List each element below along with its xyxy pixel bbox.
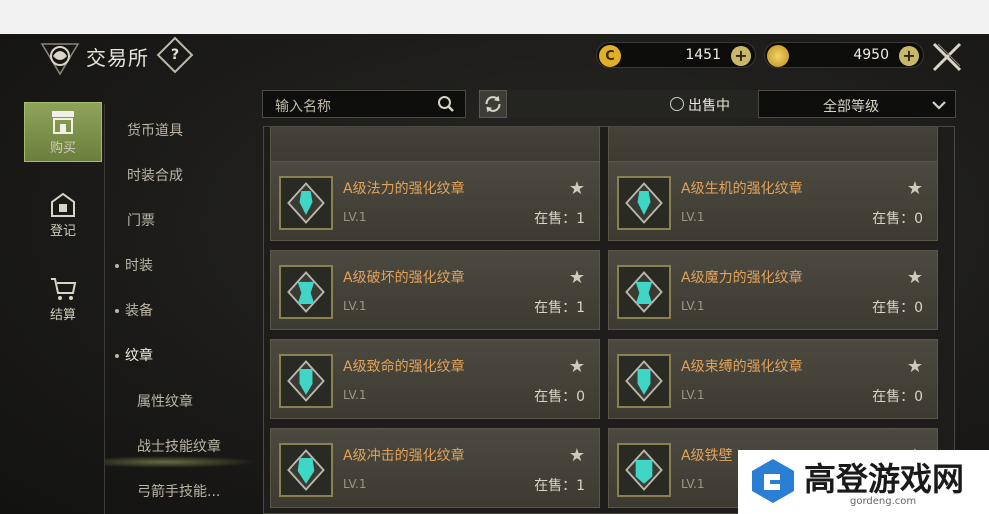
watermark: 高登游戏网 gordeng.com — [738, 450, 989, 514]
item-card[interactable]: A级魔力的强化纹章 LV.1 在售：0 ★ — [608, 250, 938, 330]
item-level: LV.1 — [343, 299, 367, 313]
gold-coin-icon — [767, 45, 789, 67]
cart-icon — [51, 278, 77, 300]
item-level: LV.1 — [681, 477, 705, 491]
nav-buy-label: 购买 — [49, 141, 76, 156]
category-fashion[interactable]: 时装 — [115, 255, 265, 275]
dragon-logo-icon — [40, 43, 80, 76]
currency-gold-value: 4950 — [853, 47, 889, 63]
item-level: LV.1 — [343, 210, 367, 224]
add-c-button[interactable]: + — [731, 46, 751, 66]
emblem-icon — [617, 354, 671, 408]
register-icon — [51, 192, 75, 217]
item-card[interactable]: A级法力的强化纹章 LV.1 在售：1 ★ — [270, 161, 600, 241]
c-coin-icon: C — [599, 45, 621, 67]
emblem-icon — [279, 176, 333, 230]
item-level: LV.1 — [681, 299, 705, 313]
page-title: 交易所 — [86, 46, 149, 70]
favorite-star-icon[interactable]: ★ — [569, 178, 585, 199]
refresh-button[interactable] — [479, 90, 507, 118]
item-stock: 在售：0 — [872, 211, 923, 227]
search-input[interactable]: 输入名称 — [275, 96, 331, 116]
item-card[interactable]: A级束缚的强化纹章 LV.1 在售：0 ★ — [608, 339, 938, 419]
bullet-icon — [115, 264, 119, 268]
item-name: A级法力的强化纹章 — [343, 181, 465, 197]
watermark-text: 高登游戏网 — [804, 460, 965, 498]
watermark-url: gordeng.com — [850, 496, 917, 507]
selection-glow — [105, 456, 257, 468]
emblem-icon — [617, 265, 671, 319]
currency-c-box: C 1451 + — [596, 42, 756, 68]
item-level: LV.1 — [343, 388, 367, 402]
item-name: A级破坏的强化纹章 — [343, 270, 465, 286]
shop-icon — [52, 111, 74, 134]
refresh-icon — [485, 95, 501, 113]
category-equipment[interactable]: 装备 — [115, 300, 265, 320]
favorite-star-icon[interactable]: ★ — [569, 445, 585, 466]
item-stock: 在售：0 — [872, 389, 923, 405]
close-icon[interactable] — [930, 40, 964, 74]
item-name: A级致命的强化纹章 — [343, 359, 465, 375]
watermark-logo-icon — [752, 459, 794, 503]
grade-select-value: 全部等级 — [823, 99, 879, 115]
item-stock: 在售：1 — [534, 300, 585, 316]
emblem-icon — [279, 443, 333, 497]
grade-select[interactable]: 全部等级 — [758, 90, 956, 118]
item-card[interactable]: A级破坏的强化纹章 LV.1 在售：1 ★ — [270, 250, 600, 330]
category-fashion-synthesis[interactable]: 时装合成 — [127, 165, 277, 185]
item-name: A级束缚的强化纹章 — [681, 359, 803, 375]
item-card[interactable]: A级致命的强化纹章 LV.1 在售：0 ★ — [270, 339, 600, 419]
on-sale-label: 出售中 — [688, 98, 730, 114]
bullet-icon — [115, 354, 119, 358]
item-level: LV.1 — [681, 210, 705, 224]
item-stock: 在售：0 — [534, 389, 585, 405]
add-gold-button[interactable]: + — [899, 46, 919, 66]
currency-c-value: 1451 — [685, 47, 721, 63]
category-nav: 货币道具 时装合成 门票 时装 装备 纹章 属性纹章 战士技能纹章 弓箭手技能.… — [104, 104, 257, 514]
nav-settle[interactable]: 结算 — [24, 270, 102, 330]
item-stock: 在售：1 — [534, 211, 585, 227]
emblem-icon — [617, 176, 671, 230]
category-tickets[interactable]: 门票 — [127, 210, 277, 230]
question-icon: ? — [170, 47, 180, 63]
item-level: LV.1 — [343, 477, 367, 491]
nav-register-label: 登记 — [49, 224, 76, 239]
item-level: LV.1 — [681, 388, 705, 402]
on-sale-radio[interactable] — [670, 97, 684, 111]
search-box[interactable]: 输入名称 — [262, 90, 466, 118]
emblem-icon — [617, 443, 671, 497]
emblem-icon — [279, 265, 333, 319]
favorite-star-icon[interactable]: ★ — [569, 267, 585, 288]
emblem-icon — [279, 354, 333, 408]
nav-settle-label: 结算 — [49, 308, 76, 323]
left-nav: 购买 登记 结算 — [0, 90, 104, 514]
nav-register[interactable]: 登记 — [24, 186, 102, 246]
favorite-star-icon[interactable]: ★ — [907, 267, 923, 288]
search-icon[interactable] — [437, 95, 455, 113]
nav-buy[interactable]: 购买 — [24, 102, 102, 162]
item-stock: 在售：0 — [872, 300, 923, 316]
top-strip — [0, 0, 989, 34]
chevron-down-icon — [932, 101, 946, 110]
favorite-star-icon[interactable]: ★ — [569, 356, 585, 377]
category-currency-items[interactable]: 货币道具 — [127, 120, 277, 140]
item-name: A级铁壁 — [681, 448, 733, 464]
item-name: A级生机的强化纹章 — [681, 181, 803, 197]
item-stock: 在售：1 — [534, 478, 585, 494]
item-name: A级魔力的强化纹章 — [681, 270, 803, 286]
bullet-icon — [115, 309, 119, 313]
favorite-star-icon[interactable]: ★ — [907, 178, 923, 199]
item-name: A级冲击的强化纹章 — [343, 448, 465, 464]
item-card[interactable]: A级冲击的强化纹章 LV.1 在售：1 ★ — [270, 428, 600, 508]
favorite-star-icon[interactable]: ★ — [907, 356, 923, 377]
currency-gold-box: 4950 + — [764, 42, 924, 68]
item-card[interactable]: A级生机的强化纹章 LV.1 在售：0 ★ — [608, 161, 938, 241]
category-emblems[interactable]: 纹章 — [115, 345, 265, 365]
